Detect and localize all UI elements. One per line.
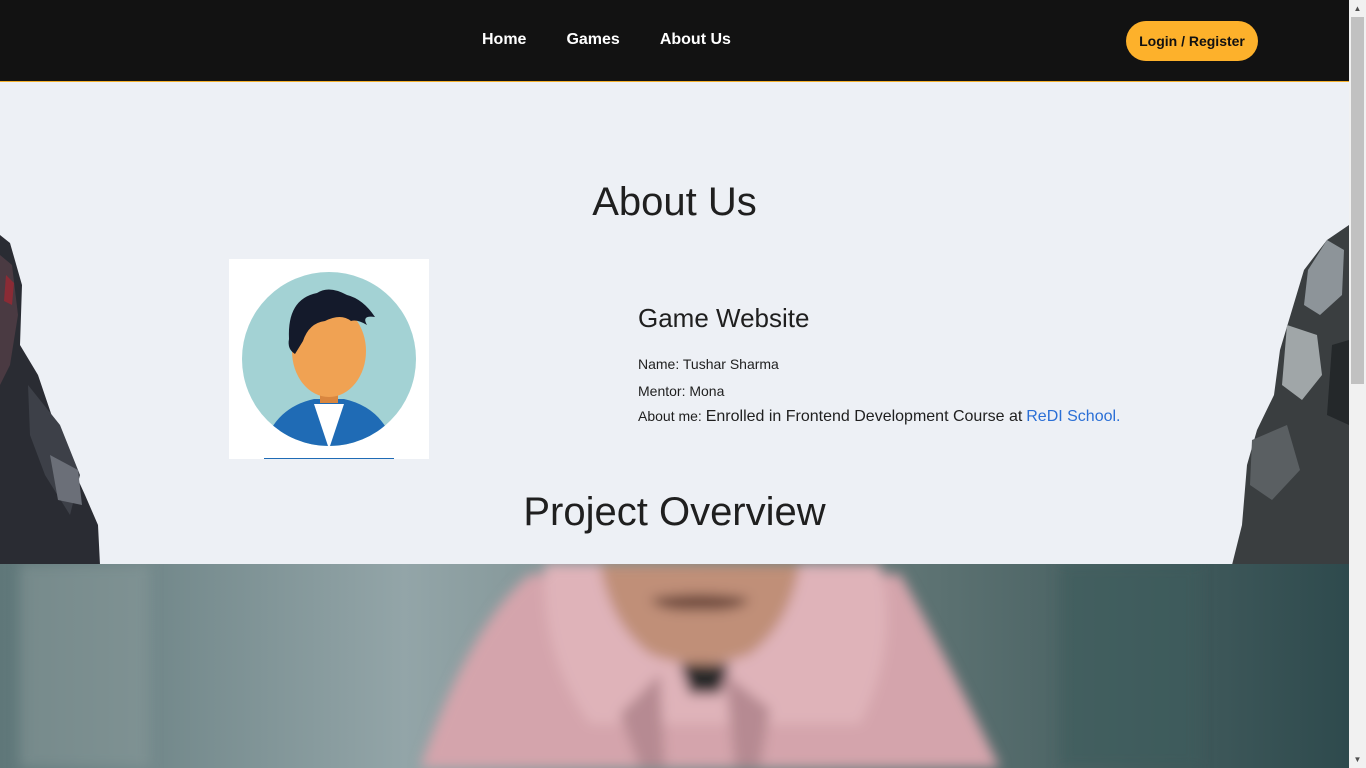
- about-me-line: About me: Enrolled in Frontend Developme…: [638, 408, 1121, 426]
- name-label: Name:: [638, 356, 680, 372]
- scroll-down-icon[interactable]: ▼: [1349, 751, 1366, 768]
- redi-school-link[interactable]: ReDI School.: [1026, 408, 1120, 425]
- nav-home-link[interactable]: Home: [482, 31, 526, 49]
- scrollbar-thumb[interactable]: [1351, 17, 1364, 384]
- about-me-value: Enrolled in Frontend Development Course …: [705, 408, 1023, 425]
- nav-links: Home Games About Us: [482, 31, 731, 49]
- login-register-button[interactable]: Login / Register: [1126, 21, 1258, 61]
- project-hero-photo: [0, 564, 1349, 768]
- mentor-value: Mona: [689, 383, 725, 399]
- scroll-up-icon[interactable]: ▲: [1349, 0, 1366, 17]
- top-navbar: Home Games About Us Login / Register: [0, 0, 1349, 82]
- avatar-illustration-icon: [242, 272, 416, 459]
- mentor-line: Mentor: Mona: [638, 383, 724, 399]
- mentor-label: Mentor:: [638, 383, 686, 399]
- card-title: Game Website: [638, 303, 810, 333]
- profile-avatar: [229, 259, 429, 459]
- nav-games-link[interactable]: Games: [566, 31, 619, 49]
- name-value: Tushar Sharma: [682, 356, 779, 372]
- name-line: Name: Tushar Sharma: [638, 356, 779, 372]
- nav-about-link[interactable]: About Us: [660, 31, 731, 49]
- about-me-label: About me:: [638, 408, 702, 424]
- about-us-heading: About Us: [592, 180, 757, 224]
- project-overview-heading: Project Overview: [523, 490, 826, 534]
